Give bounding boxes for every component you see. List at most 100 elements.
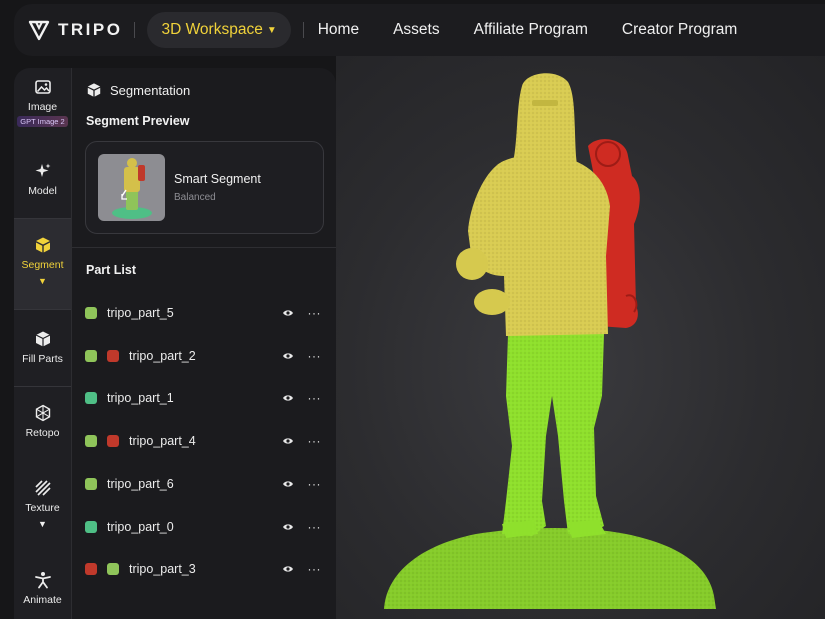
- eye-icon[interactable]: [282, 522, 294, 532]
- caret-down-icon: ▼: [266, 24, 277, 36]
- part-name: tripo_part_6: [107, 476, 174, 491]
- part-color-swatch: [85, 563, 97, 576]
- part-name: tripo_part_3: [129, 562, 196, 577]
- eye-icon[interactable]: [282, 351, 294, 361]
- segment-preview-heading: Segment Preview: [86, 114, 190, 128]
- eye-icon[interactable]: [282, 393, 294, 403]
- more-options-icon[interactable]: ···: [308, 434, 322, 448]
- part-row-actions: ···: [282, 434, 322, 448]
- part-list-heading: Part List: [86, 263, 137, 277]
- rail-item-texture[interactable]: Texture ▼: [14, 479, 71, 529]
- rail-item-segment[interactable]: Segment ▼: [14, 219, 71, 309]
- part-row-actions: ···: [282, 306, 322, 320]
- rail-divider: [14, 309, 71, 310]
- part-color-swatch: [107, 349, 119, 362]
- eye-icon[interactable]: [282, 308, 294, 318]
- cube-icon: [35, 331, 50, 347]
- more-options-icon[interactable]: ···: [308, 477, 322, 491]
- more-options-icon[interactable]: ···: [308, 349, 322, 363]
- part-color-swatch: [85, 520, 97, 533]
- divider: [134, 22, 136, 38]
- divider: [302, 22, 304, 38]
- part-row[interactable]: tripo_part_3 ···: [72, 548, 337, 590]
- texture-icon: [34, 480, 51, 496]
- part-name: tripo_part_2: [129, 348, 196, 363]
- part-row[interactable]: tripo_part_6 ···: [72, 463, 337, 505]
- part-row[interactable]: tripo_part_1 ···: [72, 377, 337, 419]
- rail-item-image[interactable]: Image GPT Image 2: [14, 78, 71, 127]
- rail-divider: [14, 386, 71, 387]
- rail-label: Texture: [25, 502, 60, 514]
- smart-segment-card[interactable]: Smart Segment Balanced: [85, 141, 324, 234]
- caret-down-icon: ▼: [38, 519, 47, 529]
- top-navigation-bar: TRIPO 3D Workspace ▼ Home Assets Affilia…: [14, 4, 825, 56]
- figure-thumbnail-icon: [112, 158, 152, 219]
- part-color-swatch: [107, 563, 119, 576]
- part-color-swatch: [85, 349, 97, 362]
- eye-icon[interactable]: [282, 479, 294, 489]
- tool-rail: Image GPT Image 2 Model Segment ▼ Fill P…: [14, 68, 71, 619]
- more-options-icon[interactable]: ···: [308, 306, 322, 320]
- part-name: tripo_part_0: [107, 519, 174, 534]
- part-row[interactable]: tripo_part_5 ···: [72, 292, 337, 334]
- image-icon: [34, 80, 51, 94]
- nav-link-assets[interactable]: Assets: [393, 21, 440, 39]
- rail-label: Segment: [21, 259, 64, 271]
- figure-icon: [34, 572, 51, 589]
- rail-label: Retopo: [25, 427, 60, 439]
- part-color-swatch: [85, 307, 97, 319]
- part-color-swatch: [85, 392, 97, 405]
- gpt-image-badge: GPT Image 2: [17, 116, 68, 127]
- part-row-actions: ···: [282, 349, 322, 363]
- part-name: tripo_part_1: [107, 391, 174, 406]
- rail-label: Model: [28, 185, 57, 197]
- segment-preview-thumbnail: [98, 154, 165, 221]
- more-options-icon[interactable]: ···: [308, 391, 322, 405]
- workspace-dropdown[interactable]: 3D Workspace ▼: [147, 12, 291, 48]
- retopo-icon: [35, 404, 50, 422]
- eye-icon[interactable]: [282, 436, 294, 446]
- workspace-label: 3D Workspace: [161, 21, 263, 38]
- brand-name: TRIPO: [58, 20, 123, 39]
- part-color-swatch: [85, 477, 97, 490]
- tripo-logo[interactable]: TRIPO: [28, 19, 122, 41]
- rail-label: Fill Parts: [22, 353, 63, 365]
- rail-label: Animate: [23, 594, 62, 606]
- rail-item-animate[interactable]: Animate: [14, 571, 71, 606]
- part-row-actions: ···: [282, 477, 322, 491]
- part-color-swatch: [85, 435, 97, 448]
- part-row-actions: ···: [282, 562, 322, 576]
- nav-links: Home Assets Affiliate Program Creator Pr…: [318, 21, 772, 39]
- part-row-actions: ···: [282, 520, 322, 534]
- nav-link-home[interactable]: Home: [318, 21, 359, 39]
- segment-cube-icon: [87, 83, 101, 97]
- panel-title: Segmentation: [86, 82, 190, 98]
- card-title: Smart Segment: [174, 172, 261, 186]
- sparkle-icon: [35, 163, 50, 177]
- rail-item-retopo[interactable]: Retopo: [14, 404, 71, 439]
- more-options-icon[interactable]: ···: [308, 520, 322, 534]
- segmentation-panel: Segmentation Segment Preview Smart Segme…: [71, 68, 337, 619]
- nav-link-creator-program[interactable]: Creator Program: [622, 21, 737, 39]
- part-name: tripo_part_5: [107, 306, 174, 320]
- part-row[interactable]: tripo_part_0 ···: [72, 506, 337, 548]
- rail-item-model[interactable]: Model: [14, 162, 71, 197]
- caret-down-icon: ▼: [38, 276, 47, 286]
- rail-label: Image: [27, 101, 58, 113]
- nav-link-affiliate-program[interactable]: Affiliate Program: [474, 21, 588, 39]
- tripo-logo-icon: [28, 20, 50, 41]
- part-name: tripo_part_4: [129, 434, 196, 449]
- part-row[interactable]: tripo_part_2 ···: [72, 335, 337, 377]
- segmented-model-render: [384, 73, 716, 609]
- eye-icon[interactable]: [282, 564, 294, 574]
- rail-item-fill-parts[interactable]: Fill Parts: [14, 330, 71, 365]
- segment-cube-icon: [35, 237, 50, 253]
- part-row-actions: ···: [282, 391, 322, 405]
- 3d-viewport[interactable]: [336, 56, 825, 619]
- panel-divider: [72, 247, 337, 248]
- panel-title-text: Segmentation: [110, 82, 191, 98]
- more-options-icon[interactable]: ···: [308, 562, 322, 576]
- part-color-swatch: [107, 435, 119, 448]
- card-subtitle: Balanced: [174, 192, 216, 203]
- part-row[interactable]: tripo_part_4 ···: [72, 420, 337, 462]
